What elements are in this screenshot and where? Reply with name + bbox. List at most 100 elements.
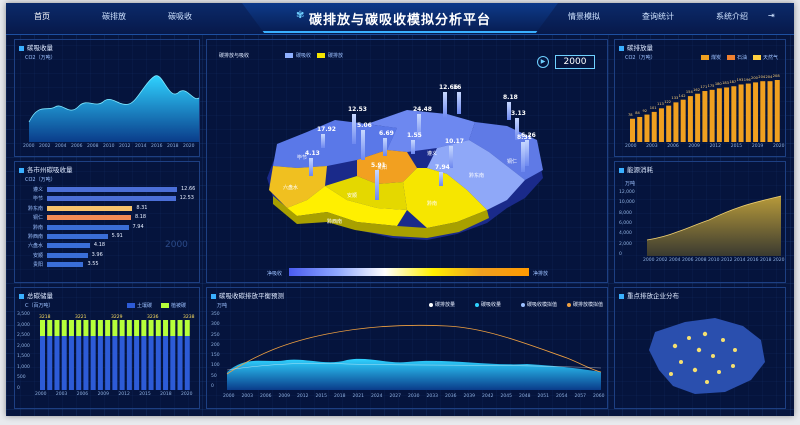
bar-value: 4.18 (93, 242, 106, 249)
nav-about[interactable]: 系统介绍 (716, 11, 748, 22)
emission-bar (687, 96, 693, 142)
title-plate: 碳排放与碳吸收模拟分析平台 (242, 3, 558, 33)
scale-high-label: 净排放 (533, 271, 549, 277)
x-tick: 2003 (646, 144, 658, 149)
bar-value-label: 171 (700, 85, 708, 90)
map-bar (321, 134, 325, 148)
panel-title: 碳吸收量 (19, 42, 53, 52)
panel-city-absorption: 各市州碳吸收量 CO2（万吨） 遵义 12.66 毕节 12.53 黔东南 8.31 铜仁 8… (14, 161, 200, 283)
vegetation-bar (83, 320, 89, 336)
city-bar[interactable] (47, 262, 84, 268)
x-tick: 2015 (730, 144, 743, 149)
map-value-label: 1.55 (407, 132, 422, 139)
bar-value: 12.66 (181, 186, 196, 192)
bar-value: 3.55 (87, 261, 99, 268)
map-bar (383, 138, 387, 156)
emission-bar (630, 118, 635, 142)
vegetation-bar (47, 320, 53, 336)
legend-swatch (161, 303, 169, 308)
x-tick: 2010 (708, 258, 720, 263)
bar-value-label: 193 (736, 78, 744, 83)
legend-coal[interactable]: 煤炭 (711, 54, 721, 61)
y-tick: 10,000 (619, 200, 635, 206)
vegetation-bar (105, 320, 111, 336)
nav-emission[interactable]: 碳排放 (102, 11, 126, 22)
emission-bar (760, 81, 766, 142)
soil-bar (184, 336, 190, 390)
soil-bar (126, 336, 132, 390)
x-tick: 2020 (183, 144, 195, 149)
bar-value-label: 154 (685, 90, 693, 95)
logout-icon[interactable]: ⇥ (768, 11, 775, 20)
color-scale-bar (289, 268, 529, 276)
map-value-label: 10.17 (445, 138, 464, 145)
city-bar[interactable] (47, 243, 90, 249)
y-tick: 300 (211, 322, 220, 328)
x-tick: 2020 (773, 258, 785, 263)
city-bar[interactable] (47, 196, 176, 202)
legend-dot (429, 303, 433, 307)
soil-bar (119, 336, 125, 390)
vegetation-bar (170, 320, 176, 336)
bar-top-label: 3221 (75, 315, 87, 320)
legend-gas[interactable]: 天然气 (763, 54, 778, 61)
x-tick: 2048 (519, 394, 531, 399)
nav-home[interactable]: 首页 (34, 11, 50, 22)
emission-bar (666, 105, 672, 142)
map-value-label: 3.13 (511, 110, 526, 117)
nav-scenario[interactable]: 情景模拟 (568, 11, 600, 22)
vegetation-bar (141, 320, 147, 336)
legend-vegetation[interactable]: 植被碳 (171, 302, 186, 309)
page-title: 碳排放与碳吸收模拟分析平台 (308, 13, 491, 28)
bar-top-label: 3236 (147, 315, 159, 320)
map-bar (352, 114, 356, 144)
logo-icon: ✾ (296, 10, 305, 21)
city-bar[interactable] (47, 224, 129, 230)
emission-bar (738, 84, 744, 142)
emission-bar (716, 88, 722, 142)
x-tick: 2054 (556, 394, 568, 399)
soil-bar (148, 336, 154, 390)
y-tick: 0 (17, 386, 20, 391)
city-bar[interactable] (47, 252, 88, 258)
x-tick: 2015 (315, 394, 327, 399)
city-bar[interactable] (47, 205, 133, 211)
city-bar[interactable] (47, 234, 108, 239)
legend-swatch (127, 303, 135, 308)
emission-bar (774, 80, 780, 142)
legend-swatch (727, 55, 735, 60)
map-region-label: 安顺 (347, 193, 358, 199)
nav-absorb[interactable]: 碳吸收 (168, 11, 192, 22)
unit-label: CO2（万吨） (25, 177, 56, 183)
x-tick: 2008 (695, 258, 707, 263)
x-tick: 2030 (408, 394, 420, 399)
bar-label: 贵阳 (32, 262, 43, 269)
panel-energy: 能源消耗 万吨 12,000 10,000 8,000 6,000 4,000 2,000… (614, 161, 786, 283)
x-tick: 2024 (371, 394, 383, 399)
vegetation-bar (90, 320, 96, 336)
x-tick: 2006 (260, 394, 272, 399)
x-tick: 2039 (463, 394, 475, 399)
year-watermark: 2000 (165, 240, 188, 250)
x-tick: 2020 (181, 392, 193, 397)
x-tick: 2000 (625, 144, 637, 149)
enterprise-dot-map (649, 318, 765, 394)
nav-query[interactable]: 查询统计 (642, 11, 674, 22)
bar-value-label: 208 (772, 74, 780, 78)
emission-bar (745, 83, 751, 142)
city-bar[interactable] (47, 187, 177, 192)
x-tick: 2060 (593, 394, 605, 399)
legend-soil[interactable]: 土壤碳 (137, 302, 152, 309)
emission-bar (753, 82, 759, 142)
city-bar[interactable] (47, 215, 131, 221)
legend-oil[interactable]: 石油 (737, 54, 747, 61)
balance-forecast-chart (226, 324, 602, 390)
panel-emission: 碳排放量 CO2（万吨） 煤炭 石油 天然气 78 84 92 101 113 122 13… (614, 39, 786, 157)
soil-bar (68, 336, 74, 390)
panel-title: 碳排放量 (619, 42, 653, 52)
emission-bar (709, 89, 715, 142)
bar-value-label: 200 (751, 76, 758, 81)
bar-top-label: 3238 (183, 315, 195, 320)
bar-value-label: 78 (628, 112, 633, 117)
panel-title: 能源消耗 (619, 164, 653, 174)
